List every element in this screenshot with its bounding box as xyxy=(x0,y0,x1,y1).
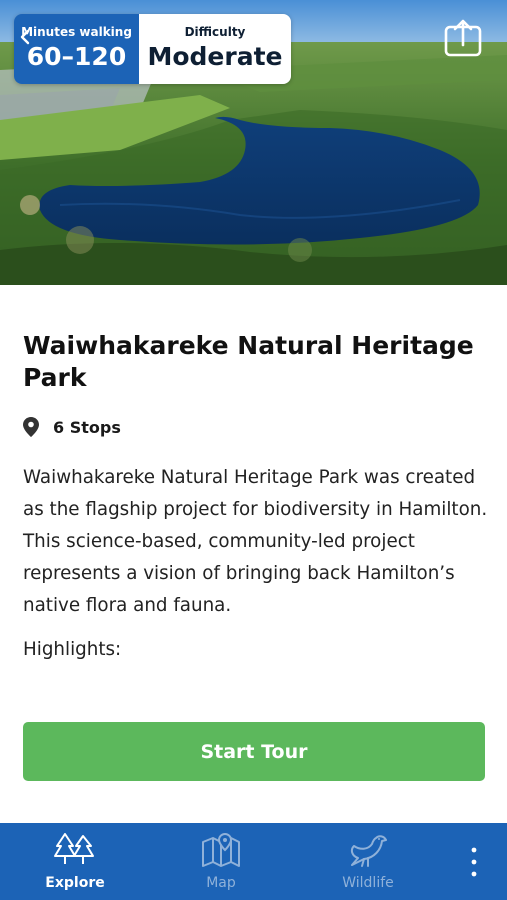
hero-image: Minutes walking 60–120 Difficulty Modera… xyxy=(0,0,507,285)
nav-label-explore: Explore xyxy=(45,875,105,891)
stops-label: 6 Stops xyxy=(53,417,121,437)
bird-icon xyxy=(350,835,387,867)
bottom-navigation: Explore Map Wildlife xyxy=(0,823,507,900)
back-chevron-icon[interactable] xyxy=(19,29,31,45)
walking-time-label: Minutes walking xyxy=(21,25,132,39)
difficulty-label: Difficulty xyxy=(184,25,246,39)
stops-count: 6 Stops xyxy=(23,415,121,439)
map-pin-icon xyxy=(23,417,39,437)
park-title: Waiwhakareke Natural Heritage Park xyxy=(23,331,474,392)
nav-item-explore[interactable]: Explore xyxy=(20,823,130,900)
share-icon[interactable] xyxy=(443,18,483,58)
more-vertical-icon[interactable] xyxy=(462,845,486,879)
start-tour-button[interactable]: Start Tour xyxy=(23,722,485,781)
walking-time-value: 60–120 xyxy=(26,42,127,71)
park-description: Waiwhakareke Natural Heritage Park was c… xyxy=(23,467,488,616)
map-icon xyxy=(202,832,240,867)
tour-stats-card: Minutes walking 60–120 Difficulty Modera… xyxy=(14,14,291,84)
difficulty-value: Moderate xyxy=(147,42,283,71)
difficulty-stat: Difficulty Moderate xyxy=(139,14,291,84)
trees-icon xyxy=(54,833,94,864)
nav-label-wildlife: Wildlife xyxy=(342,875,394,891)
walking-time-stat: Minutes walking 60–120 xyxy=(14,14,139,84)
nav-item-map[interactable]: Map xyxy=(166,823,276,900)
highlights-heading: Highlights: xyxy=(23,639,122,660)
nav-label-map: Map xyxy=(206,875,236,891)
nav-item-wildlife[interactable]: Wildlife xyxy=(313,823,423,900)
